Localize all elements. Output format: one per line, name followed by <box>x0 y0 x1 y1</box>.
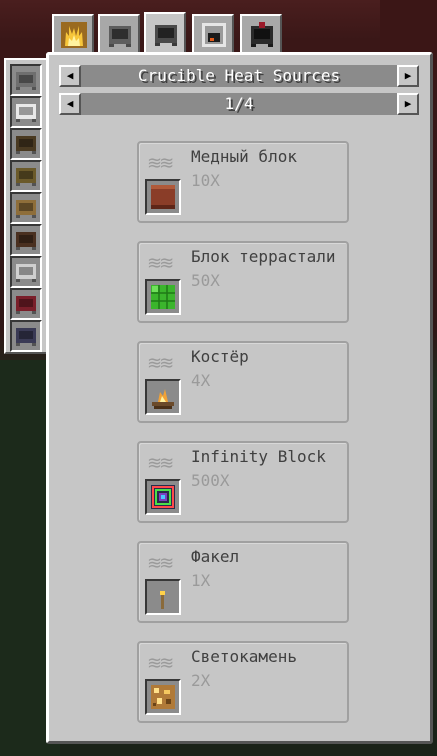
spruce-crucible-icon <box>16 168 36 186</box>
catalyst-list <box>4 58 48 354</box>
warped-crucible-icon <box>16 328 36 346</box>
torch-icon <box>160 591 165 609</box>
catalyst-slot[interactable] <box>10 192 42 224</box>
campfire-icon <box>152 389 174 409</box>
infinity-block-icon <box>151 485 175 509</box>
recipe-panel: ◀ Crucible Heat Sources ▶ ◀ 1/4 ▶ ≋≋ Медн… <box>46 52 433 744</box>
recipe-card: ≋≋ Костёр 4X <box>137 341 349 423</box>
heat-icon: ≋≋ <box>147 253 174 274</box>
tab-crucible-selected[interactable] <box>144 12 186 56</box>
block-name: Блок террастали <box>191 247 336 266</box>
heat-sources-icon <box>61 22 87 48</box>
crucible-icon <box>155 25 177 46</box>
block-name: Светокамень <box>191 647 297 666</box>
heat-rate: 50X <box>191 271 220 290</box>
heat-rate: 10X <box>191 171 220 190</box>
page-indicator: 1/4 <box>224 94 254 113</box>
heat-icon: ≋≋ <box>147 353 174 374</box>
heat-rate: 1X <box>191 571 211 590</box>
next-category-button[interactable]: ▶ <box>397 65 419 87</box>
recipe-card: ≋≋ Блок террастали 50X <box>137 241 349 323</box>
block-name: Infinity Block <box>191 447 326 466</box>
catalyst-slot[interactable] <box>10 320 42 352</box>
white-crucible-icon <box>16 264 36 282</box>
tab-infernal-crucible[interactable] <box>240 14 282 54</box>
heat-rate: 2X <box>191 671 211 690</box>
catalyst-slot[interactable] <box>10 160 42 192</box>
next-page-button[interactable]: ▶ <box>397 93 419 115</box>
heat-icon: ≋≋ <box>147 653 174 674</box>
heat-icon: ≋≋ <box>147 153 174 174</box>
block-slot[interactable] <box>145 179 181 215</box>
heat-rate: 500X <box>191 471 230 490</box>
catalyst-slot[interactable] <box>10 224 42 256</box>
recipe-card: ≋≋ Infinity Block 500X <box>137 441 349 523</box>
block-name: Костёр <box>191 347 249 366</box>
block-name: Факел <box>191 547 240 566</box>
furnace-icon <box>202 23 226 47</box>
prev-page-button[interactable]: ◀ <box>59 93 81 115</box>
tab-crucible-stone[interactable] <box>98 14 140 54</box>
catalyst-slot[interactable] <box>10 288 42 320</box>
birch-crucible-icon <box>16 200 36 218</box>
heat-icon: ≋≋ <box>147 553 174 574</box>
category-title: Crucible Heat Sources <box>137 66 341 85</box>
crucible-icon <box>109 26 131 47</box>
stone-crucible-icon <box>16 72 36 90</box>
tab-heat-sources[interactable] <box>52 14 94 54</box>
heat-icon: ≋≋ <box>147 453 174 474</box>
recipe-card: ≋≋ Факел 1X <box>137 541 349 623</box>
dark-oak-crucible-icon <box>16 232 36 250</box>
block-name: Медный блок <box>191 147 297 166</box>
catalyst-slot[interactable] <box>10 96 42 128</box>
catalyst-slot[interactable] <box>10 128 42 160</box>
page-bar: ◀ 1/4 ▶ <box>59 93 419 115</box>
recipe-card: ≋≋ Медный блок 10X <box>137 141 349 223</box>
glowstone-icon <box>151 685 175 709</box>
block-slot[interactable] <box>145 379 181 415</box>
block-slot[interactable] <box>145 279 181 315</box>
catalyst-slot[interactable] <box>10 256 42 288</box>
copper-block-icon <box>151 185 175 209</box>
infernal-crucible-icon <box>251 22 273 47</box>
block-slot[interactable] <box>145 479 181 515</box>
oak-crucible-icon <box>16 136 36 154</box>
heat-rate: 4X <box>191 371 211 390</box>
prev-category-button[interactable]: ◀ <box>59 65 81 87</box>
crimson-crucible-icon <box>16 296 36 314</box>
block-slot[interactable] <box>145 579 181 615</box>
category-bar: ◀ Crucible Heat Sources ▶ <box>59 65 419 87</box>
tab-furnace[interactable] <box>192 14 234 54</box>
recipe-card: ≋≋ Светокамень 2X <box>137 641 349 723</box>
porcelain-crucible-icon <box>16 104 36 122</box>
catalyst-slot[interactable] <box>10 64 42 96</box>
terrasteel-block-icon <box>151 285 175 309</box>
block-slot[interactable] <box>145 679 181 715</box>
